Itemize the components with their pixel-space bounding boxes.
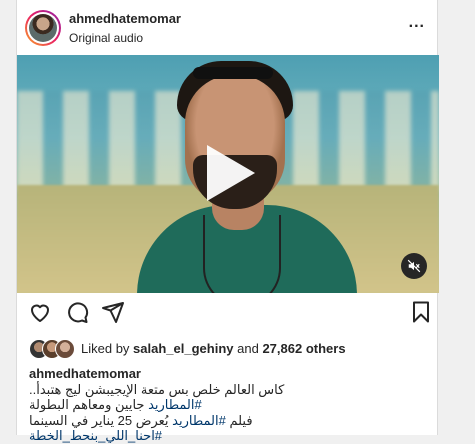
caption-line: #احنا_اللي_بنحط_الخطة (29, 428, 429, 444)
heart-icon[interactable] (28, 300, 52, 324)
hashtag-link[interactable]: #المطاريد (172, 413, 226, 428)
caption: ahmedhatemomar كاس العالم خلص بس متعة ال… (29, 366, 429, 444)
liker-username-link[interactable]: salah_el_gehiny (133, 341, 233, 356)
caption-line: فيلم #المطاريد يُعرض 25 يناير في السينما (29, 412, 253, 428)
likes-row: Liked by salah_el_gehiny and 27,862 othe… (29, 339, 429, 359)
action-bar (17, 300, 439, 332)
play-icon[interactable] (207, 145, 255, 201)
likes-count-link[interactable]: 27,862 others (262, 341, 345, 356)
speaker-muted-icon (407, 259, 421, 273)
comment-icon[interactable] (65, 300, 89, 324)
more-options-button[interactable]: ... (409, 14, 425, 32)
video-player[interactable] (17, 55, 439, 293)
hashtag-link[interactable]: #احنا_اللي_بنحط_الخطة (29, 428, 162, 443)
mute-button[interactable] (401, 253, 427, 279)
bookmark-icon[interactable] (409, 300, 433, 324)
caption-line: #المطاريد جايين ومعاهم البطولة (29, 397, 202, 412)
hashtag-link[interactable]: #المطاريد (148, 397, 202, 412)
paper-plane-icon[interactable] (101, 300, 125, 324)
avatar[interactable] (25, 10, 61, 46)
likes-summary: Liked by salah_el_gehiny and 27,862 othe… (81, 341, 346, 356)
audio-label[interactable]: Original audio (69, 31, 143, 45)
avatar-image (29, 14, 57, 42)
avatar (55, 339, 75, 359)
instagram-post: ahmedhatemomar Original audio ... Liked … (16, 0, 439, 443)
post-header: ahmedhatemomar Original audio ... (17, 0, 439, 55)
caption-username[interactable]: ahmedhatemomar (29, 366, 429, 382)
liker-avatars[interactable] (29, 339, 77, 359)
caption-line: كاس العالم خلص بس متعة الإيجيبشن ليج هتب… (29, 381, 285, 397)
username-link[interactable]: ahmedhatemomar (69, 11, 181, 26)
